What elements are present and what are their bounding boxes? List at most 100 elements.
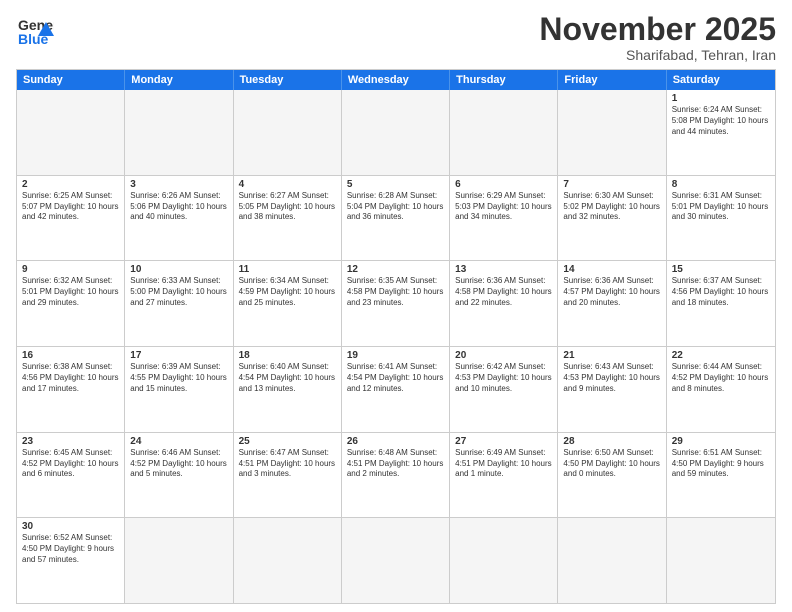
calendar-cell: 5Sunrise: 6:28 AM Sunset: 5:04 PM Daylig… — [342, 176, 450, 261]
calendar-cell: 8Sunrise: 6:31 AM Sunset: 5:01 PM Daylig… — [667, 176, 775, 261]
day-info: Sunrise: 6:50 AM Sunset: 4:50 PM Dayligh… — [563, 448, 660, 480]
weekday-header: Tuesday — [234, 70, 342, 90]
calendar-cell — [125, 518, 233, 603]
day-info: Sunrise: 6:35 AM Sunset: 4:58 PM Dayligh… — [347, 276, 444, 308]
day-info: Sunrise: 6:47 AM Sunset: 4:51 PM Dayligh… — [239, 448, 336, 480]
location-title: Sharifabad, Tehran, Iran — [539, 47, 776, 63]
day-info: Sunrise: 6:43 AM Sunset: 4:53 PM Dayligh… — [563, 362, 660, 394]
calendar-cell: 27Sunrise: 6:49 AM Sunset: 4:51 PM Dayli… — [450, 433, 558, 518]
calendar-cell — [342, 90, 450, 175]
calendar-cell — [342, 518, 450, 603]
day-number: 8 — [672, 179, 770, 190]
day-info: Sunrise: 6:31 AM Sunset: 5:01 PM Dayligh… — [672, 191, 770, 223]
weekday-header: Sunday — [17, 70, 125, 90]
calendar-cell: 11Sunrise: 6:34 AM Sunset: 4:59 PM Dayli… — [234, 261, 342, 346]
day-number: 13 — [455, 264, 552, 275]
calendar-header: SundayMondayTuesdayWednesdayThursdayFrid… — [17, 70, 775, 90]
page: General Blue November 2025 Sharifabad, T… — [0, 0, 792, 612]
day-number: 20 — [455, 350, 552, 361]
calendar-cell — [234, 518, 342, 603]
calendar-cell: 3Sunrise: 6:26 AM Sunset: 5:06 PM Daylig… — [125, 176, 233, 261]
day-number: 9 — [22, 264, 119, 275]
logo: General Blue — [16, 12, 54, 50]
calendar-cell: 26Sunrise: 6:48 AM Sunset: 4:51 PM Dayli… — [342, 433, 450, 518]
day-info: Sunrise: 6:26 AM Sunset: 5:06 PM Dayligh… — [130, 191, 227, 223]
calendar-cell: 22Sunrise: 6:44 AM Sunset: 4:52 PM Dayli… — [667, 347, 775, 432]
day-number: 11 — [239, 264, 336, 275]
day-number: 7 — [563, 179, 660, 190]
day-info: Sunrise: 6:42 AM Sunset: 4:53 PM Dayligh… — [455, 362, 552, 394]
weekday-header: Saturday — [667, 70, 775, 90]
day-info: Sunrise: 6:27 AM Sunset: 5:05 PM Dayligh… — [239, 191, 336, 223]
calendar-cell — [558, 90, 666, 175]
day-number: 24 — [130, 436, 227, 447]
calendar-cell — [450, 90, 558, 175]
day-number: 14 — [563, 264, 660, 275]
calendar-cell — [558, 518, 666, 603]
calendar-cell — [17, 90, 125, 175]
title-block: November 2025 Sharifabad, Tehran, Iran — [539, 12, 776, 63]
calendar-cell: 24Sunrise: 6:46 AM Sunset: 4:52 PM Dayli… — [125, 433, 233, 518]
day-number: 1 — [672, 93, 770, 104]
calendar-cell: 1Sunrise: 6:24 AM Sunset: 5:08 PM Daylig… — [667, 90, 775, 175]
weekday-header: Friday — [558, 70, 666, 90]
day-info: Sunrise: 6:33 AM Sunset: 5:00 PM Dayligh… — [130, 276, 227, 308]
day-info: Sunrise: 6:40 AM Sunset: 4:54 PM Dayligh… — [239, 362, 336, 394]
day-info: Sunrise: 6:32 AM Sunset: 5:01 PM Dayligh… — [22, 276, 119, 308]
calendar-cell: 10Sunrise: 6:33 AM Sunset: 5:00 PM Dayli… — [125, 261, 233, 346]
day-info: Sunrise: 6:49 AM Sunset: 4:51 PM Dayligh… — [455, 448, 552, 480]
calendar-cell: 19Sunrise: 6:41 AM Sunset: 4:54 PM Dayli… — [342, 347, 450, 432]
day-number: 3 — [130, 179, 227, 190]
weekday-header: Wednesday — [342, 70, 450, 90]
day-number: 30 — [22, 521, 119, 532]
day-info: Sunrise: 6:51 AM Sunset: 4:50 PM Dayligh… — [672, 448, 770, 480]
day-number: 25 — [239, 436, 336, 447]
day-info: Sunrise: 6:41 AM Sunset: 4:54 PM Dayligh… — [347, 362, 444, 394]
day-number: 15 — [672, 264, 770, 275]
day-number: 29 — [672, 436, 770, 447]
day-info: Sunrise: 6:44 AM Sunset: 4:52 PM Dayligh… — [672, 362, 770, 394]
day-number: 28 — [563, 436, 660, 447]
day-number: 22 — [672, 350, 770, 361]
calendar-cell: 30Sunrise: 6:52 AM Sunset: 4:50 PM Dayli… — [17, 518, 125, 603]
calendar-cell: 29Sunrise: 6:51 AM Sunset: 4:50 PM Dayli… — [667, 433, 775, 518]
calendar-row: 2Sunrise: 6:25 AM Sunset: 5:07 PM Daylig… — [17, 175, 775, 261]
calendar-cell: 18Sunrise: 6:40 AM Sunset: 4:54 PM Dayli… — [234, 347, 342, 432]
day-number: 21 — [563, 350, 660, 361]
day-info: Sunrise: 6:25 AM Sunset: 5:07 PM Dayligh… — [22, 191, 119, 223]
calendar: SundayMondayTuesdayWednesdayThursdayFrid… — [16, 69, 776, 604]
weekday-header: Thursday — [450, 70, 558, 90]
calendar-cell: 13Sunrise: 6:36 AM Sunset: 4:58 PM Dayli… — [450, 261, 558, 346]
day-info: Sunrise: 6:30 AM Sunset: 5:02 PM Dayligh… — [563, 191, 660, 223]
day-number: 16 — [22, 350, 119, 361]
header: General Blue November 2025 Sharifabad, T… — [16, 12, 776, 63]
day-number: 27 — [455, 436, 552, 447]
day-number: 5 — [347, 179, 444, 190]
calendar-cell: 9Sunrise: 6:32 AM Sunset: 5:01 PM Daylig… — [17, 261, 125, 346]
calendar-cell: 6Sunrise: 6:29 AM Sunset: 5:03 PM Daylig… — [450, 176, 558, 261]
day-number: 2 — [22, 179, 119, 190]
logo-icon: General Blue — [16, 12, 54, 50]
calendar-cell: 23Sunrise: 6:45 AM Sunset: 4:52 PM Dayli… — [17, 433, 125, 518]
calendar-cell: 14Sunrise: 6:36 AM Sunset: 4:57 PM Dayli… — [558, 261, 666, 346]
calendar-cell: 20Sunrise: 6:42 AM Sunset: 4:53 PM Dayli… — [450, 347, 558, 432]
day-info: Sunrise: 6:29 AM Sunset: 5:03 PM Dayligh… — [455, 191, 552, 223]
calendar-row: 23Sunrise: 6:45 AM Sunset: 4:52 PM Dayli… — [17, 432, 775, 518]
calendar-cell: 28Sunrise: 6:50 AM Sunset: 4:50 PM Dayli… — [558, 433, 666, 518]
day-info: Sunrise: 6:34 AM Sunset: 4:59 PM Dayligh… — [239, 276, 336, 308]
day-info: Sunrise: 6:45 AM Sunset: 4:52 PM Dayligh… — [22, 448, 119, 480]
day-info: Sunrise: 6:48 AM Sunset: 4:51 PM Dayligh… — [347, 448, 444, 480]
calendar-cell — [234, 90, 342, 175]
day-number: 19 — [347, 350, 444, 361]
calendar-cell: 17Sunrise: 6:39 AM Sunset: 4:55 PM Dayli… — [125, 347, 233, 432]
month-title: November 2025 — [539, 12, 776, 47]
day-number: 6 — [455, 179, 552, 190]
day-number: 23 — [22, 436, 119, 447]
calendar-row: 30Sunrise: 6:52 AM Sunset: 4:50 PM Dayli… — [17, 517, 775, 603]
day-info: Sunrise: 6:37 AM Sunset: 4:56 PM Dayligh… — [672, 276, 770, 308]
day-info: Sunrise: 6:52 AM Sunset: 4:50 PM Dayligh… — [22, 533, 119, 565]
calendar-cell — [450, 518, 558, 603]
day-info: Sunrise: 6:36 AM Sunset: 4:57 PM Dayligh… — [563, 276, 660, 308]
day-info: Sunrise: 6:36 AM Sunset: 4:58 PM Dayligh… — [455, 276, 552, 308]
calendar-cell: 15Sunrise: 6:37 AM Sunset: 4:56 PM Dayli… — [667, 261, 775, 346]
